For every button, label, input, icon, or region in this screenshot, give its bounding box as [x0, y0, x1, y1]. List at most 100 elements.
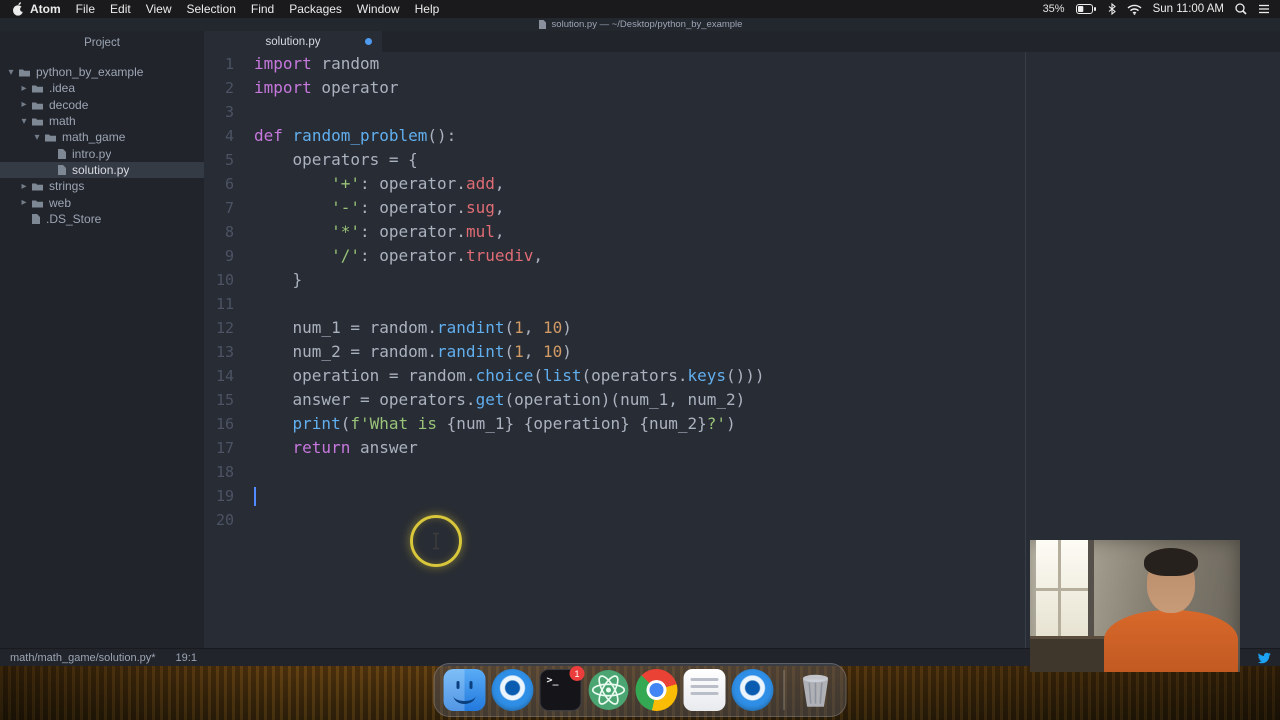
folder-icon	[18, 67, 31, 77]
tree-item-math-game[interactable]: ▾ math_game	[0, 129, 204, 145]
tree-item-decode[interactable]: ▸ decode	[0, 97, 204, 113]
line-number: 17	[215, 439, 234, 457]
tree-item-strings[interactable]: ▸ strings	[0, 178, 204, 194]
menu-item-find[interactable]: Find	[251, 2, 274, 16]
tree-item-solution-py[interactable]: ▸solution.py	[0, 161, 204, 179]
cursor-position[interactable]: 19:1	[176, 652, 197, 664]
tree-item-label: strings	[49, 179, 85, 194]
code-line-18[interactable]	[254, 460, 1280, 484]
file-path[interactable]: math/math_game/solution.py*	[10, 652, 156, 664]
dock-icon-document-app-5[interactable]	[683, 669, 726, 711]
apple-menu-icon[interactable]	[12, 2, 24, 16]
menu-item-view[interactable]: View	[146, 2, 172, 16]
file-icon	[57, 148, 67, 160]
tree-item--ds-store[interactable]: ▸.DS_Store	[0, 211, 204, 227]
menubar-clock[interactable]: Sun 11:00 AM	[1153, 3, 1224, 15]
ibeam-cursor-icon	[433, 532, 439, 550]
tree-item-label: intro.py	[72, 146, 112, 161]
tree-item-python-by-example[interactable]: ▾ python_by_example	[0, 64, 204, 80]
spotlight-icon[interactable]	[1235, 3, 1247, 15]
line-number: 20	[215, 511, 234, 529]
project-tree: ▾ python_by_example ▸ .idea ▸ decode ▾ math ▾ mat…	[0, 64, 204, 227]
sidebar: Project ▾ python_by_example ▸ .idea ▸ decode ▾…	[0, 31, 204, 648]
twitter-bird-icon	[1257, 652, 1271, 664]
line-number: 7	[224, 199, 234, 217]
line-number: 16	[215, 415, 234, 433]
dock-icon-chrome-4[interactable]	[635, 669, 678, 711]
folder-icon	[31, 181, 44, 191]
tree-item-label: python_by_example	[36, 65, 144, 80]
code-line-20[interactable]	[254, 508, 1280, 532]
wifi-icon[interactable]	[1127, 4, 1142, 15]
line-number: 1	[224, 55, 234, 73]
code-line-19[interactable]	[254, 484, 1280, 508]
code-line-6[interactable]: '+': operator.add,	[254, 172, 1280, 196]
chevron-down-icon: ▾	[21, 115, 27, 127]
code-line-12[interactable]: num_1 = random.randint(1, 10)	[254, 316, 1280, 340]
notification-center-icon[interactable]	[1258, 4, 1270, 14]
line-number: 2	[224, 79, 234, 97]
code-line-1[interactable]: import random	[254, 52, 1280, 76]
dock-icon-circle-app-6[interactable]	[731, 669, 774, 711]
dock-icon-circle-app-1[interactable]	[491, 669, 534, 711]
chevron-down-icon: ▾	[34, 131, 40, 143]
tree-item-intro-py[interactable]: ▸intro.py	[0, 145, 204, 161]
code-line-17[interactable]: return answer	[254, 436, 1280, 460]
line-number: 18	[215, 463, 234, 481]
click-highlight-circle	[410, 515, 462, 567]
sidebar-header: Project	[84, 37, 120, 49]
menu-item-window[interactable]: Window	[357, 2, 400, 16]
line-number: 5	[224, 151, 234, 169]
code-line-4[interactable]: def random_problem():	[254, 124, 1280, 148]
bluetooth-icon[interactable]	[1108, 3, 1116, 15]
code-line-2[interactable]: import operator	[254, 76, 1280, 100]
menu-item-packages[interactable]: Packages	[289, 2, 342, 16]
tree-item-label: math_game	[62, 130, 126, 145]
tree-item-label: solution.py	[72, 162, 130, 177]
dock-icon-terminal-2[interactable]: >_ 1	[539, 666, 585, 711]
code-line-15[interactable]: answer = operators.get(operation)(num_1,…	[254, 388, 1280, 412]
chevron-right-icon: ▸	[21, 180, 27, 192]
folder-icon	[31, 116, 44, 126]
code-line-8[interactable]: '*': operator.mul,	[254, 220, 1280, 244]
code-line-14[interactable]: operation = random.choice(list(operators…	[254, 364, 1280, 388]
menubar-status: 35% Sun 11:00 AM	[1043, 3, 1280, 15]
webcam-room-window	[1036, 540, 1094, 644]
code-line-7[interactable]: '-': operator.sug,	[254, 196, 1280, 220]
code-line-16[interactable]: print(f'What is {num_1} {operation} {num…	[254, 412, 1280, 436]
titlebar[interactable]: solution.py — ~/Desktop/python_by_exampl…	[0, 18, 1280, 31]
dock-icon-trash-7[interactable]	[795, 669, 837, 711]
modified-indicator	[365, 38, 372, 45]
folder-icon	[31, 100, 44, 110]
menubar-items: Atom File Edit View Selection Find Packages Win…	[30, 2, 439, 16]
tree-item-web[interactable]: ▸ web	[0, 194, 204, 210]
code-line-9[interactable]: '/': operator.truediv,	[254, 244, 1280, 268]
menu-item-help[interactable]: Help	[415, 2, 440, 16]
menu-item-edit[interactable]: Edit	[110, 2, 131, 16]
dock-icon-finder-0[interactable]	[443, 669, 486, 711]
tree-item-label: .DS_Store	[46, 211, 102, 226]
tree-item-label: .idea	[49, 81, 76, 96]
tree-item-label: web	[49, 195, 72, 210]
menu-item-atom[interactable]: Atom	[30, 2, 61, 16]
code-line-5[interactable]: operators = {	[254, 148, 1280, 172]
code-lines[interactable]: import random import operator def random_p…	[254, 52, 1280, 532]
line-number: 9	[224, 247, 234, 265]
tab-solution-py[interactable]: solution.py	[204, 31, 382, 52]
menu-item-file[interactable]: File	[76, 2, 95, 16]
notification-badge: 1	[569, 666, 585, 681]
code-line-10[interactable]: }	[254, 268, 1280, 292]
tabbar: solution.py	[204, 31, 1280, 52]
code-line-13[interactable]: num_2 = random.randint(1, 10)	[254, 340, 1280, 364]
chevron-right-icon: ▸	[21, 99, 27, 111]
battery-icon[interactable]	[1075, 4, 1097, 14]
code-line-3[interactable]	[254, 100, 1280, 124]
tree-item--idea[interactable]: ▸ .idea	[0, 80, 204, 96]
line-number: 6	[224, 175, 234, 193]
chevron-right-icon: ▸	[21, 82, 27, 94]
code-line-11[interactable]	[254, 292, 1280, 316]
line-number: 15	[215, 391, 234, 409]
tree-item-math[interactable]: ▾ math	[0, 113, 204, 129]
dock-icon-atom-3[interactable]	[588, 669, 630, 711]
menu-item-selection[interactable]: Selection	[187, 2, 236, 16]
